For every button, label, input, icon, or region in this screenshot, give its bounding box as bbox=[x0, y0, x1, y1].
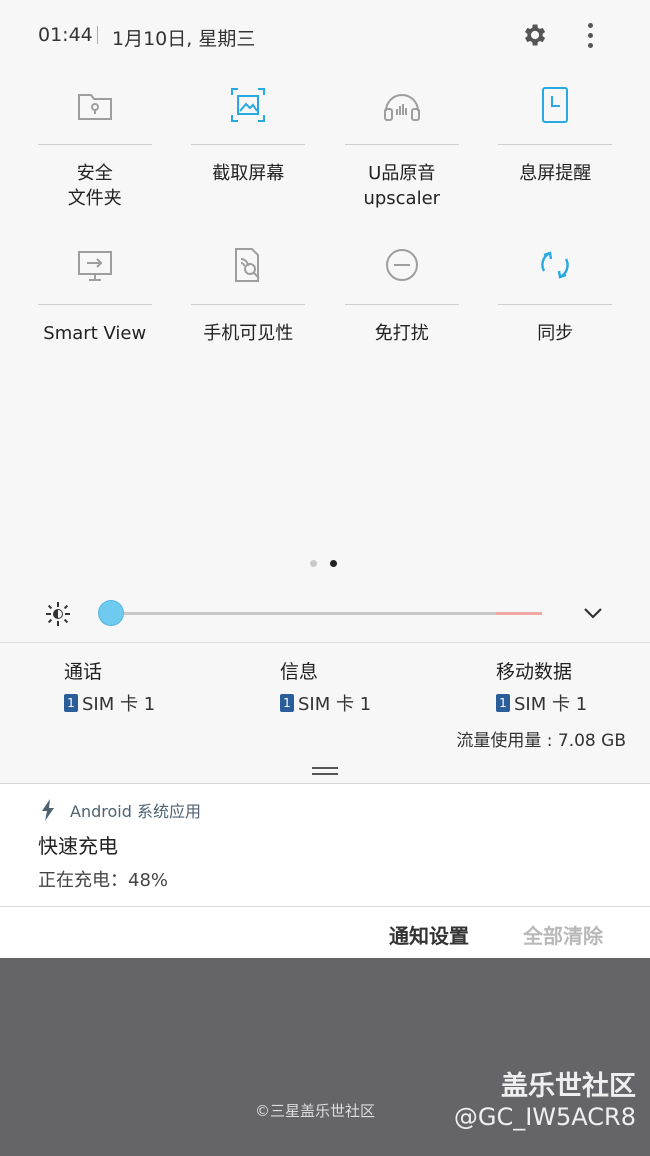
tile-label: 安全 文件夹 bbox=[67, 163, 122, 209]
page-indicator bbox=[310, 560, 337, 567]
clock: 01:44 bbox=[38, 24, 93, 46]
watermark-title: 盖乐世社区 bbox=[501, 1071, 636, 1102]
page-dot-active[interactable] bbox=[330, 560, 337, 567]
divider bbox=[0, 906, 650, 907]
chevron-down-icon[interactable] bbox=[580, 600, 606, 626]
sim-name: SIM 卡 1 bbox=[82, 694, 156, 715]
sim-label: 信息 bbox=[280, 661, 319, 683]
divider bbox=[0, 642, 650, 643]
sim-label: 移动数据 bbox=[496, 661, 573, 683]
secure-folder-icon bbox=[77, 94, 112, 120]
notification-settings-button[interactable]: 通知设置 bbox=[389, 920, 469, 949]
more-vert-icon bbox=[587, 22, 593, 28]
sim-message-setting[interactable]: 信息 1 SIM 卡 1 bbox=[280, 658, 371, 716]
sim-name: SIM 卡 1 bbox=[298, 694, 372, 715]
drag-handle[interactable] bbox=[312, 767, 338, 779]
brightness-slider-thumb[interactable] bbox=[99, 601, 123, 625]
tile-label: 免打扰 bbox=[374, 323, 429, 344]
tile-label: 手机可见性 bbox=[203, 323, 294, 344]
tile-label: 同步 bbox=[537, 323, 574, 344]
tile-smart-view[interactable]: Smart View bbox=[18, 238, 172, 398]
do-not-disturb-icon bbox=[385, 249, 418, 281]
notification-app-name: Android 系统应用 bbox=[70, 802, 201, 821]
always-on-display-icon bbox=[542, 87, 569, 123]
quick-settings-grid: 安全 文件夹 截取屏幕 U品原音 upscaler 息屏提醒 Smart Vie… bbox=[18, 78, 632, 398]
screenshot-icon bbox=[231, 88, 266, 122]
watermark-user: @GC_IW5ACR8 bbox=[453, 1103, 636, 1131]
clear-all-button[interactable]: 全部清除 bbox=[523, 920, 603, 949]
sim-call-setting[interactable]: 通话 1 SIM 卡 1 bbox=[64, 658, 155, 716]
tile-label: 截取屏幕 bbox=[212, 163, 285, 184]
sync-icon bbox=[541, 251, 569, 279]
status-divider bbox=[97, 26, 98, 44]
notification-card[interactable]: Android 系统应用 快速充电 正在充电：48% 通知设置 全部清除 bbox=[0, 783, 650, 959]
headphones-icon bbox=[383, 94, 420, 121]
data-usage-text: 流量使用量 : 7.08 GB bbox=[456, 731, 626, 751]
notification-panel: 01:44 1月10日, 星期三 安全 文件夹 截取屏幕 U品原音 upscal… bbox=[0, 0, 650, 959]
tile-screenshot[interactable]: 截取屏幕 bbox=[172, 78, 326, 238]
settings-gear-button[interactable] bbox=[517, 18, 551, 52]
page-dot[interactable] bbox=[310, 560, 317, 567]
tile-always-on-display[interactable]: 息屏提醒 bbox=[479, 78, 633, 238]
sim-name: SIM 卡 1 bbox=[514, 694, 588, 715]
tile-secure-folder[interactable]: 安全 文件夹 bbox=[18, 78, 172, 238]
sim-card-icon: 1 bbox=[280, 694, 294, 712]
sim-label: 通话 bbox=[64, 661, 103, 683]
tile-uhq-upscaler[interactable]: U品原音 upscaler bbox=[325, 78, 479, 238]
brightness-slider-track[interactable] bbox=[112, 612, 542, 615]
copyright-text: ©三星盖乐世社区 bbox=[255, 1102, 376, 1120]
more-options-button[interactable] bbox=[576, 18, 604, 52]
brightness-warning-segment bbox=[496, 612, 542, 615]
notification-text: 正在充电：48% bbox=[38, 870, 169, 891]
smart-view-icon bbox=[77, 251, 112, 281]
tile-label: Smart View bbox=[43, 323, 147, 344]
tile-label: U品原音 upscaler bbox=[363, 163, 441, 209]
date-text: 1月10日, 星期三 bbox=[112, 28, 256, 50]
sim-card-icon: 1 bbox=[64, 694, 78, 712]
sim-card-icon: 1 bbox=[496, 694, 510, 712]
notification-title: 快速充电 bbox=[38, 834, 118, 858]
gear-icon bbox=[525, 24, 546, 46]
sim-mobile-data-setting[interactable]: 移动数据 1 SIM 卡 1 bbox=[496, 658, 587, 716]
phone-visibility-icon bbox=[235, 248, 260, 282]
tile-label: 息屏提醒 bbox=[519, 163, 592, 184]
status-row: 01:44 1月10日, 星期三 bbox=[0, 0, 650, 72]
lightning-bolt-icon bbox=[42, 799, 54, 821]
tile-phone-visibility[interactable]: 手机可见性 bbox=[172, 238, 326, 398]
tile-sync[interactable]: 同步 bbox=[479, 238, 633, 398]
tile-do-not-disturb[interactable]: 免打扰 bbox=[325, 238, 479, 398]
brightness-icon bbox=[46, 602, 70, 626]
